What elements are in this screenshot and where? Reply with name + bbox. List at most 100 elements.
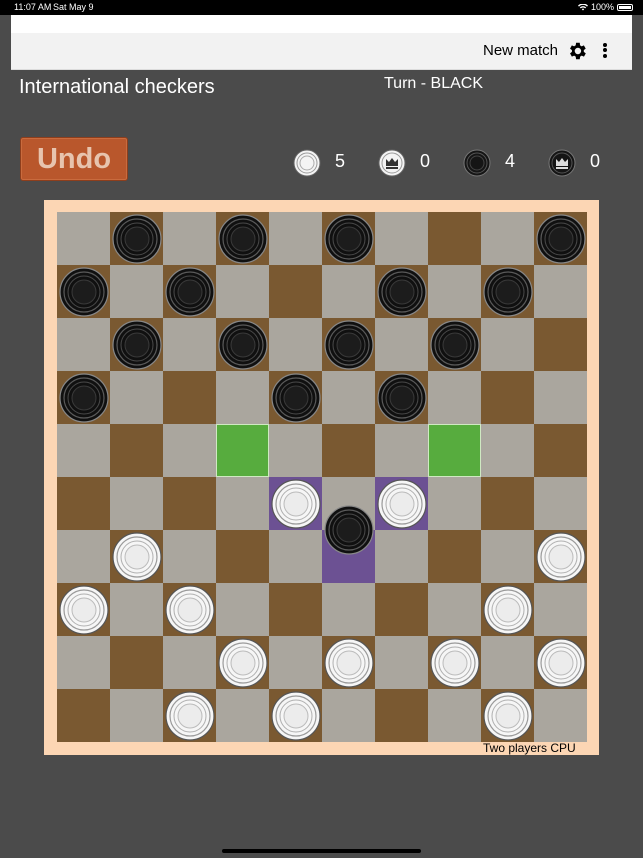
checkers-board[interactable] — [57, 212, 587, 742]
white-piece[interactable] — [58, 584, 109, 635]
board-square-r2-c9[interactable] — [534, 318, 587, 371]
white-piece[interactable] — [535, 531, 586, 582]
board-square-r8-c2[interactable] — [163, 636, 216, 689]
board-square-r1-c1[interactable] — [110, 265, 163, 318]
white-piece[interactable] — [429, 637, 480, 688]
gear-icon[interactable] — [566, 40, 588, 62]
board-square-r1-c7[interactable] — [428, 265, 481, 318]
board-square-r6-c3[interactable] — [216, 530, 269, 583]
black-piece[interactable] — [217, 213, 268, 264]
black-piece[interactable] — [323, 505, 374, 555]
board-square-r7-c9[interactable] — [534, 583, 587, 636]
black-piece[interactable] — [376, 372, 427, 423]
board-square-r1-c5[interactable] — [322, 265, 375, 318]
board-square-r6-c8[interactable] — [481, 530, 534, 583]
board-square-r3-c1[interactable] — [110, 371, 163, 424]
black-piece[interactable] — [270, 372, 321, 423]
white-piece[interactable] — [376, 478, 427, 529]
board-square-r7-c4[interactable] — [269, 583, 322, 636]
board-square-r1-c9[interactable] — [534, 265, 587, 318]
board-square-r2-c0[interactable] — [57, 318, 110, 371]
board-square-r4-c0[interactable] — [57, 424, 110, 477]
board-square-r0-c6[interactable] — [375, 212, 428, 265]
black-piece[interactable] — [58, 266, 109, 317]
board-square-r0-c8[interactable] — [481, 212, 534, 265]
board-square-r7-c7[interactable] — [428, 583, 481, 636]
black-piece[interactable] — [323, 319, 374, 370]
board-square-r0-c4[interactable] — [269, 212, 322, 265]
board-square-r9-c6[interactable] — [375, 689, 428, 742]
board-square-r5-c3[interactable] — [216, 477, 269, 530]
black-piece[interactable] — [376, 266, 427, 317]
board-square-r3-c8[interactable] — [481, 371, 534, 424]
board-square-r9-c5[interactable] — [322, 689, 375, 742]
board-square-r9-c7[interactable] — [428, 689, 481, 742]
board-square-r4-c2[interactable] — [163, 424, 216, 477]
board-square-r3-c3[interactable] — [216, 371, 269, 424]
undo-button[interactable]: Undo — [20, 137, 128, 181]
board-square-r8-c6[interactable] — [375, 636, 428, 689]
board-square-r7-c5[interactable] — [322, 583, 375, 636]
board-square-r0-c2[interactable] — [163, 212, 216, 265]
white-piece[interactable] — [323, 637, 374, 688]
board-square-r7-c3[interactable] — [216, 583, 269, 636]
new-match-button[interactable]: New match — [483, 42, 558, 59]
board-square-r7-c6[interactable] — [375, 583, 428, 636]
board-square-r2-c2[interactable] — [163, 318, 216, 371]
board-square-r3-c2[interactable] — [163, 371, 216, 424]
board-square-r3-c7[interactable] — [428, 371, 481, 424]
board-square-r0-c0[interactable] — [57, 212, 110, 265]
board-square-r4-c4[interactable] — [269, 424, 322, 477]
board-square-r8-c4[interactable] — [269, 636, 322, 689]
white-piece[interactable] — [535, 637, 586, 688]
black-piece[interactable] — [217, 319, 268, 370]
board-square-r5-c2[interactable] — [163, 477, 216, 530]
board-square-r6-c7[interactable] — [428, 530, 481, 583]
board-square-r4-c7[interactable] — [428, 424, 481, 477]
board-square-r6-c4[interactable] — [269, 530, 322, 583]
board-square-r4-c5[interactable] — [322, 424, 375, 477]
board-square-r6-c6[interactable] — [375, 530, 428, 583]
board-square-r4-c1[interactable] — [110, 424, 163, 477]
board-square-r5-c9[interactable] — [534, 477, 587, 530]
board-square-r6-c0[interactable] — [57, 530, 110, 583]
board-square-r1-c3[interactable] — [216, 265, 269, 318]
board-square-r8-c1[interactable] — [110, 636, 163, 689]
black-piece[interactable] — [535, 213, 586, 264]
board-square-r9-c0[interactable] — [57, 689, 110, 742]
board-square-r3-c5[interactable] — [322, 371, 375, 424]
white-piece[interactable] — [217, 637, 268, 688]
board-square-r4-c6[interactable] — [375, 424, 428, 477]
white-piece[interactable] — [111, 531, 162, 582]
board-square-r5-c8[interactable] — [481, 477, 534, 530]
board-square-r3-c9[interactable] — [534, 371, 587, 424]
white-piece[interactable] — [164, 584, 215, 635]
board-square-r5-c1[interactable] — [110, 477, 163, 530]
white-piece[interactable] — [164, 690, 215, 741]
board-square-r2-c8[interactable] — [481, 318, 534, 371]
white-piece[interactable] — [482, 584, 533, 635]
board-square-r4-c9[interactable] — [534, 424, 587, 477]
board-square-r1-c4[interactable] — [269, 265, 322, 318]
black-piece[interactable] — [58, 372, 109, 423]
black-piece[interactable] — [111, 213, 162, 264]
board-square-r0-c7[interactable] — [428, 212, 481, 265]
board-square-r5-c7[interactable] — [428, 477, 481, 530]
black-piece[interactable] — [164, 266, 215, 317]
board-square-r2-c4[interactable] — [269, 318, 322, 371]
board-square-r5-c0[interactable] — [57, 477, 110, 530]
black-piece[interactable] — [482, 266, 533, 317]
board-square-r6-c2[interactable] — [163, 530, 216, 583]
board-square-r9-c3[interactable] — [216, 689, 269, 742]
board-square-r9-c1[interactable] — [110, 689, 163, 742]
board-square-r8-c0[interactable] — [57, 636, 110, 689]
board-square-r4-c8[interactable] — [481, 424, 534, 477]
board-square-r7-c1[interactable] — [110, 583, 163, 636]
black-piece[interactable] — [111, 319, 162, 370]
white-piece[interactable] — [270, 478, 321, 529]
more-options-icon[interactable] — [599, 41, 611, 61]
board-square-r4-c3[interactable] — [216, 424, 269, 477]
white-piece[interactable] — [482, 690, 533, 741]
board-square-r8-c8[interactable] — [481, 636, 534, 689]
black-piece[interactable] — [429, 319, 480, 370]
